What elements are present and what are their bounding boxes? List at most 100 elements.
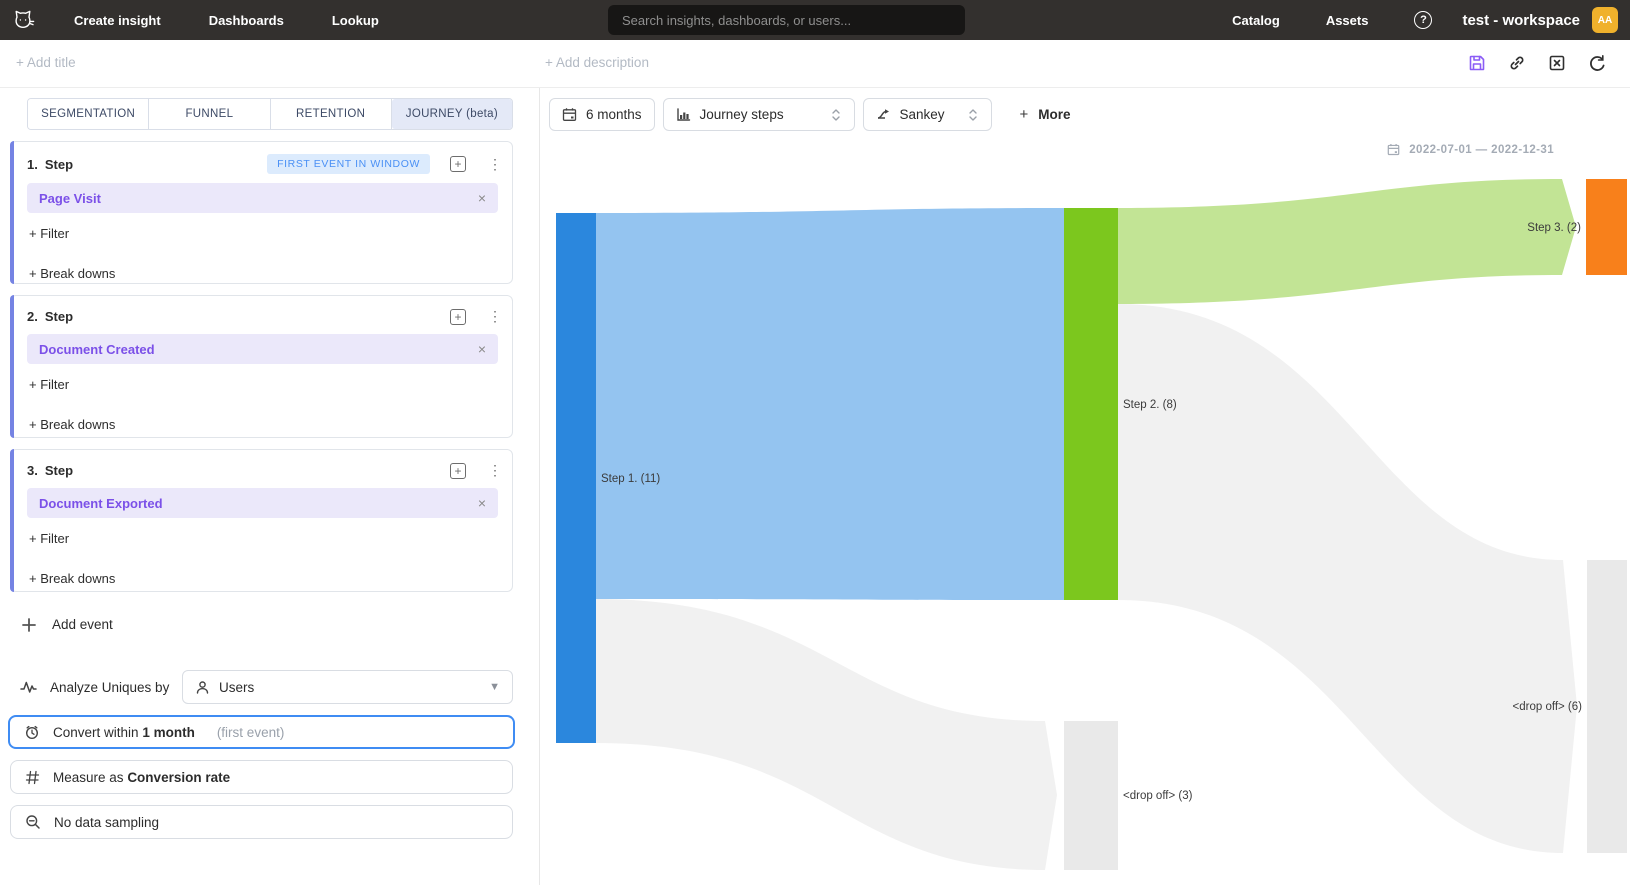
event-name[interactable]: Document Created — [39, 342, 478, 357]
add-title-button[interactable]: + Add title — [16, 55, 76, 70]
chart-type-select[interactable]: Sankey — [863, 98, 992, 131]
calendar-icon — [562, 107, 577, 122]
workspace-name[interactable]: test - workspace — [1462, 12, 1580, 29]
convert-hint: (first event) — [217, 725, 285, 740]
plus-icon — [22, 618, 36, 632]
event-name[interactable]: Page Visit — [39, 191, 478, 206]
copy-link-icon[interactable] — [1506, 52, 1528, 74]
sankey-label-step1: Step 1. (11) — [601, 473, 660, 485]
add-step-icon[interactable]: + — [450, 309, 466, 325]
step-menu-icon[interactable]: ⋮ — [488, 308, 498, 325]
add-filter-button[interactable]: + Filter — [29, 531, 69, 546]
chart-toolbar: 6 months Journey steps Sankey — [549, 98, 1083, 131]
add-description-button[interactable]: + Add description — [545, 55, 649, 70]
user-icon — [195, 680, 210, 695]
unfold-icon — [830, 108, 842, 122]
analyze-by-select[interactable]: Users ▼ — [182, 670, 513, 704]
step-title: Step — [45, 309, 73, 324]
nav-lookup[interactable]: Lookup — [332, 13, 379, 28]
view-type-value: Journey steps — [700, 107, 830, 122]
first-event-badge: FIRST EVENT IN WINDOW — [267, 154, 430, 174]
sankey-label-dropoff3: <drop off> (3) — [1123, 790, 1193, 802]
measure-as-control[interactable]: Measure as Conversion rate — [10, 760, 513, 794]
bar-chart-icon — [676, 107, 691, 122]
sankey-node-step3[interactable] — [1586, 179, 1627, 275]
sankey-link-step2-dropoff[interactable] — [1118, 304, 1577, 853]
step-card-3: 3. Step + ⋮ Document Exported × + Filter… — [10, 449, 513, 592]
nav-assets[interactable]: Assets — [1326, 13, 1369, 28]
insight-header-row: + Add title + Add description — [0, 40, 1630, 88]
step-title: Step — [45, 157, 73, 172]
convert-prefix: Convert within — [53, 725, 139, 740]
remove-event-icon[interactable]: × — [478, 495, 486, 511]
nav-create-insight[interactable]: Create insight — [74, 13, 161, 28]
sankey-node-dropoff6[interactable] — [1587, 560, 1627, 853]
sankey-node-step1[interactable] — [556, 213, 596, 743]
add-step-icon[interactable]: + — [450, 156, 466, 172]
add-filter-button[interactable]: + Filter — [29, 377, 69, 392]
step-menu-icon[interactable]: ⋮ — [488, 462, 498, 479]
logo-cat-icon[interactable] — [10, 7, 36, 33]
avatar[interactable]: AA — [1592, 7, 1618, 33]
plus-icon: + — [1020, 106, 1029, 123]
sankey-icon — [876, 107, 891, 122]
help-icon[interactable]: ? — [1414, 11, 1432, 29]
sankey-node-step2[interactable] — [1064, 208, 1118, 600]
add-breakdowns-button[interactable]: + Break downs — [29, 266, 115, 281]
save-icon[interactable] — [1466, 52, 1488, 74]
sankey-label-step2: Step 2. (8) — [1123, 399, 1177, 411]
analyze-by-value: Users — [219, 680, 489, 695]
journey-config-panel: SEGMENTATION FUNNEL RETENTION JOURNEY (b… — [0, 88, 540, 885]
date-range-button[interactable]: 6 months — [549, 98, 655, 131]
tab-funnel[interactable]: FUNNEL — [149, 99, 270, 129]
sankey-node-dropoff3[interactable] — [1064, 721, 1118, 870]
sankey-link-step2-step3[interactable] — [1118, 179, 1576, 304]
analyze-uniques-label: Analyze Uniques by — [50, 680, 169, 695]
search-input[interactable] — [608, 5, 965, 35]
nav-dashboards[interactable]: Dashboards — [209, 13, 284, 28]
tab-retention[interactable]: RETENTION — [271, 99, 392, 129]
remove-event-icon[interactable]: × — [478, 341, 486, 357]
more-label: More — [1038, 107, 1070, 122]
sankey-label-dropoff6: <drop off> (6) — [1513, 701, 1583, 713]
tab-journey[interactable]: JOURNEY (beta) — [392, 99, 512, 129]
step-number: 1. — [27, 157, 38, 172]
zoom-out-icon — [25, 814, 41, 830]
nav-catalog[interactable]: Catalog — [1232, 13, 1280, 28]
more-options-button[interactable]: + More — [1008, 98, 1083, 131]
tab-segmentation[interactable]: SEGMENTATION — [28, 99, 149, 129]
add-breakdowns-button[interactable]: + Break downs — [29, 571, 115, 586]
insight-type-tabs: SEGMENTATION FUNNEL RETENTION JOURNEY (b… — [27, 98, 513, 130]
remove-event-icon[interactable]: × — [478, 190, 486, 206]
chart-panel: 6 months Journey steps Sankey — [541, 88, 1630, 885]
add-filter-button[interactable]: + Filter — [29, 226, 69, 241]
step-card-1: 1. Step FIRST EVENT IN WINDOW + ⋮ Page V… — [10, 141, 513, 284]
add-breakdowns-button[interactable]: + Break downs — [29, 417, 115, 432]
event-pill: Document Exported × — [27, 488, 498, 518]
data-sampling-control[interactable]: No data sampling — [10, 805, 513, 839]
step-card-2: 2. Step + ⋮ Document Created × + Filter … — [10, 295, 513, 438]
clear-canvas-icon[interactable] — [1546, 52, 1568, 74]
step-menu-icon[interactable]: ⋮ — [488, 156, 498, 173]
measure-as-text: Measure as Conversion rate — [53, 770, 230, 785]
top-navigation-bar: Create insight Dashboards Lookup Catalog… — [0, 0, 1630, 40]
sankey-label-step3: Step 3. (2) — [1527, 222, 1581, 234]
step-number: 3. — [27, 463, 38, 478]
event-pill: Page Visit × — [27, 183, 498, 213]
activity-icon — [20, 680, 37, 694]
convert-value: 1 month — [142, 725, 195, 740]
view-type-select[interactable]: Journey steps — [663, 98, 855, 131]
unfold-icon — [967, 108, 979, 122]
convert-within-text: Convert within 1 month — [53, 725, 195, 740]
convert-within-control[interactable]: Convert within 1 month (first event) — [8, 715, 515, 749]
step-number: 2. — [27, 309, 38, 324]
event-name[interactable]: Document Exported — [39, 496, 478, 511]
sankey-link-step1-step2[interactable] — [596, 208, 1064, 600]
add-event-button[interactable]: Add event — [22, 617, 113, 632]
sampling-label: No data sampling — [54, 815, 159, 830]
sankey-link-step1-dropoff[interactable] — [596, 599, 1057, 870]
add-step-icon[interactable]: + — [450, 463, 466, 479]
timer-icon — [24, 724, 40, 740]
hash-icon — [25, 770, 40, 785]
refresh-icon[interactable] — [1586, 52, 1608, 74]
